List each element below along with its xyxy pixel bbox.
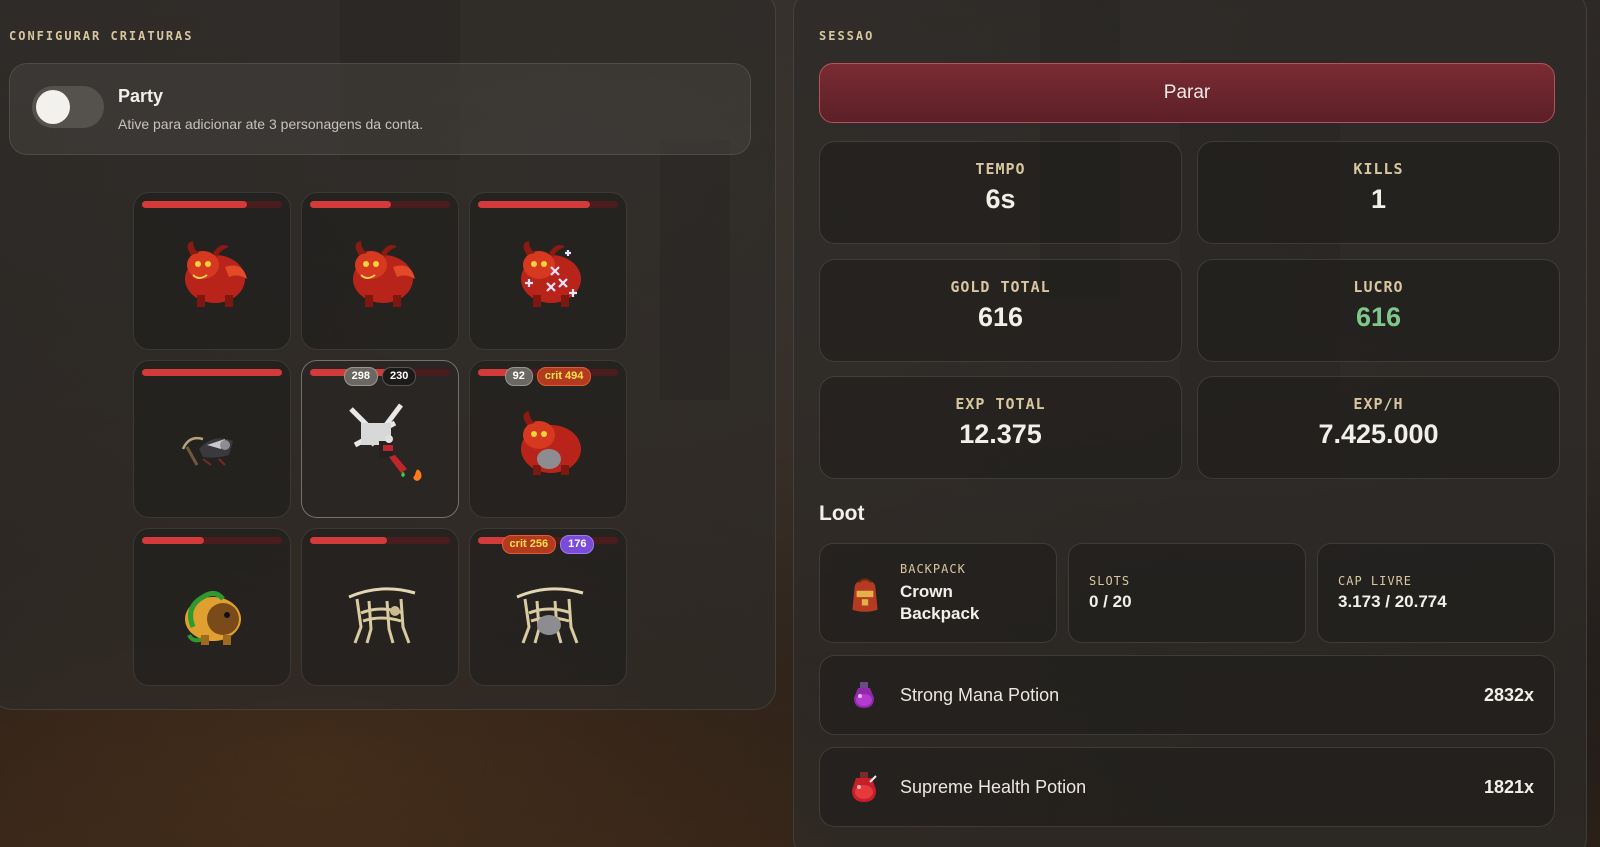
damage-badge: 230 [382, 367, 417, 386]
bone-beast-with-stone-icon [516, 587, 584, 644]
creature-slot[interactable] [133, 528, 291, 686]
stat-label: EXP/H [1353, 395, 1404, 413]
stat-value: 1 [1370, 184, 1387, 214]
party-label: Party [118, 86, 164, 106]
stat-label: KILLS [1353, 160, 1404, 178]
hp-bar [310, 201, 450, 208]
stat-label: TEMPO [975, 160, 1026, 178]
creature-slot[interactable] [301, 192, 459, 350]
stop-button[interactable]: Parar [819, 63, 1555, 123]
demon-icon [185, 241, 247, 307]
toggle-knob [36, 90, 70, 124]
panel-title: CONFIGURAR CRIATURAS [9, 29, 194, 43]
demon-with-sparkles-icon [521, 241, 581, 307]
slots-value: 0 / 20 [1089, 592, 1132, 611]
backpack-name-line2: Backpack [900, 604, 980, 623]
hp-bar [478, 201, 618, 208]
hp-fill [142, 537, 204, 544]
loot-title: Loot [819, 502, 865, 525]
creature-grid: 298 230 92 crit 494 crit 256 176 [133, 192, 627, 686]
damage-badge: crit 256 [501, 535, 557, 554]
hp-bar [310, 537, 450, 544]
party-toggle[interactable] [32, 86, 104, 128]
backpack-card: BACKPACK Crown Backpack [819, 543, 1057, 643]
slots-card: SLOTS 0 / 20 [1068, 543, 1306, 643]
loot-item[interactable]: Strong Mana Potion 2832x [819, 655, 1555, 735]
hp-fill [478, 201, 590, 208]
stat-value: 12.375 [959, 419, 1042, 449]
damage-badges: 92 crit 494 [470, 367, 626, 386]
damage-badge: crit 494 [536, 367, 592, 386]
party-description: Ative para adicionar ate 3 personagens d… [118, 116, 424, 132]
hp-fill [310, 537, 387, 544]
creature-config-panel: CONFIGURAR CRIATURAS Party Ative para ad… [0, 0, 776, 710]
mana-potion-icon [854, 682, 874, 708]
damage-badge: 298 [343, 367, 378, 386]
loot-item-name: Supreme Health Potion [900, 777, 1087, 797]
stat-card-profit: LUCRO 616 [1197, 259, 1560, 362]
hp-fill [310, 201, 392, 208]
loot-item[interactable]: Supreme Health Potion 1821x [819, 747, 1555, 827]
stat-value: 6s [985, 184, 1016, 214]
hp-fill [142, 201, 247, 208]
hp-bar [142, 369, 282, 376]
creature-slot[interactable] [133, 192, 291, 350]
demon-with-stone-icon [521, 411, 581, 475]
damage-badges: 298 230 [302, 367, 458, 386]
creature-slot[interactable] [469, 192, 627, 350]
stat-card-exp-total: EXP TOTAL 12.375 [819, 376, 1182, 479]
stat-label: LUCRO [1353, 278, 1404, 296]
backpack-icon [852, 578, 878, 612]
demon-icon [353, 241, 415, 307]
stat-value: 616 [977, 302, 1024, 332]
stat-card-gold-total: GOLD TOTAL 616 [819, 259, 1182, 362]
player-character-icon [349, 403, 422, 481]
health-potion-icon [852, 772, 877, 802]
stat-label: GOLD TOTAL [950, 278, 1051, 296]
panel-title: SESSAO [819, 29, 875, 43]
stat-value: 616 [1355, 302, 1402, 332]
loot-item-count: 1821x [1483, 777, 1534, 797]
slots-label: SLOTS [1089, 574, 1131, 588]
loot-item-count: 2832x [1483, 685, 1534, 705]
stat-card-time: TEMPO 6s [819, 141, 1182, 244]
capacity-value: 3.173 / 20.774 [1338, 592, 1447, 611]
creature-slot[interactable]: 298 230 [301, 360, 459, 518]
damage-badge: 92 [504, 367, 533, 386]
loot-item-name: Strong Mana Potion [900, 685, 1060, 705]
backpack-name-line1: Crown [900, 582, 953, 601]
creature-slot[interactable]: 92 crit 494 [469, 360, 627, 518]
capacity-label: CAP LIVRE [1338, 574, 1413, 588]
reaper-icon [181, 436, 233, 466]
stat-value: 7.425.000 [1318, 419, 1439, 449]
damage-badges: crit 256 176 [470, 535, 626, 554]
green-beast-icon [185, 591, 241, 645]
backpack-label: BACKPACK [900, 562, 966, 576]
creature-slot[interactable]: crit 256 176 [469, 528, 627, 686]
hp-bar [142, 537, 282, 544]
damage-badge: 176 [560, 535, 595, 554]
stat-card-kills: KILLS 1 [1197, 141, 1560, 244]
session-panel: SESSAO Parar TEMPO 6s KILLS 1 GOLD TOTAL… [793, 0, 1587, 847]
hp-fill [142, 369, 282, 376]
hp-bar [142, 201, 282, 208]
party-toggle-row: Party Ative para adicionar ate 3 persona… [9, 63, 751, 155]
creature-slot[interactable] [133, 360, 291, 518]
capacity-card: CAP LIVRE 3.173 / 20.774 [1317, 543, 1555, 643]
bone-beast-icon [348, 587, 416, 644]
stat-card-exp-per-hour: EXP/H 7.425.000 [1197, 376, 1560, 479]
creature-slot[interactable] [301, 528, 459, 686]
stat-label: EXP TOTAL [955, 395, 1046, 413]
